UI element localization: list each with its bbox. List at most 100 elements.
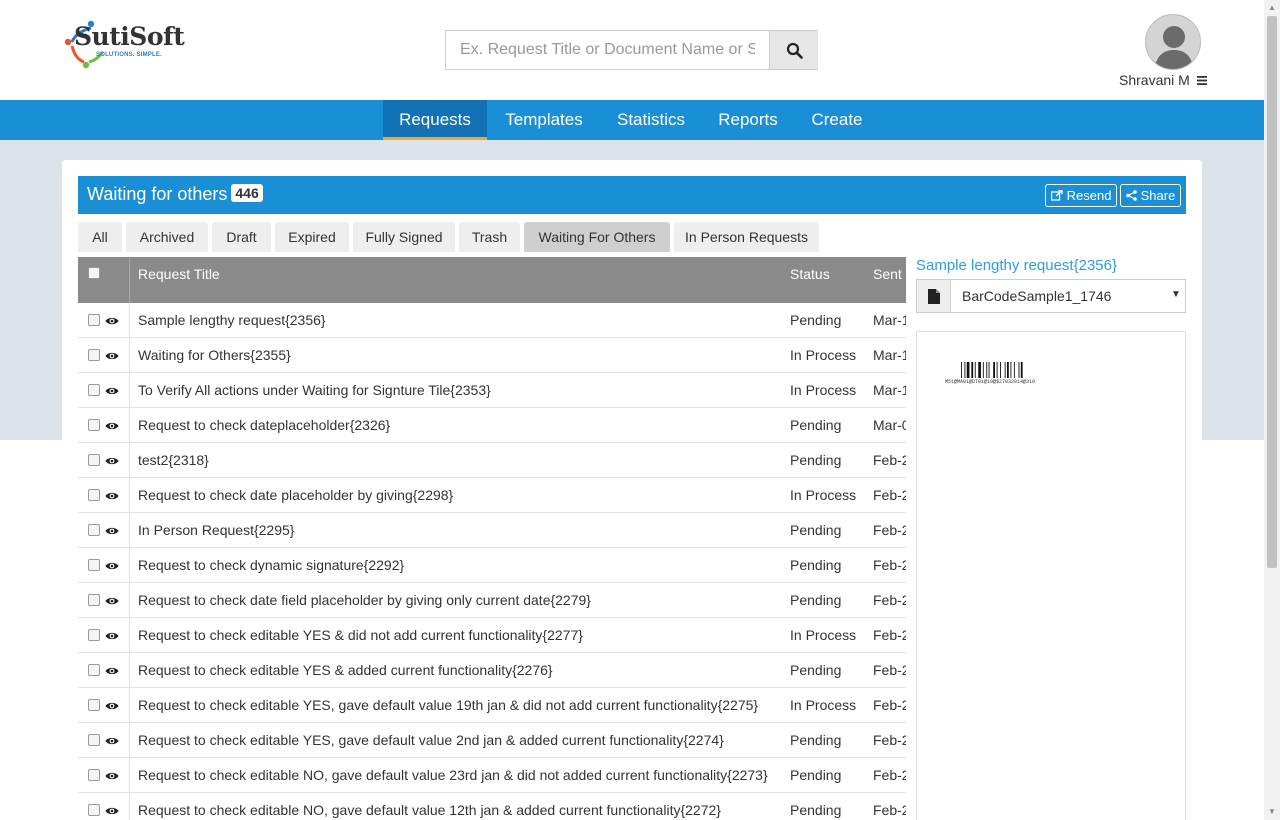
avatar[interactable] <box>1145 14 1201 70</box>
eye-icon[interactable] <box>105 351 119 361</box>
table-row[interactable]: Request to check date placeholder by giv… <box>78 478 906 513</box>
tab-waiting-for-others[interactable]: Waiting For Others <box>524 222 670 252</box>
row-divider <box>129 723 130 758</box>
row-checkbox[interactable] <box>88 734 100 746</box>
table-row[interactable]: Request to check dateplaceholder{2326} Pe… <box>78 408 906 443</box>
table-row[interactable]: In Person Request{2295} Pending Feb-2 <box>78 513 906 548</box>
eye-icon[interactable] <box>105 421 119 431</box>
tab-trash[interactable]: Trash <box>459 222 520 252</box>
column-header-status[interactable]: Status <box>790 266 830 282</box>
request-title-cell[interactable]: Request to check editable YES, gave defa… <box>138 732 724 748</box>
nav-templates[interactable]: Templates <box>495 100 593 140</box>
barcode-bar <box>971 362 974 378</box>
row-checkbox[interactable] <box>88 559 100 571</box>
nav-create[interactable]: Create <box>805 100 869 140</box>
row-checkbox[interactable] <box>88 454 100 466</box>
scroll-down-icon[interactable]: ▼ <box>1264 804 1280 820</box>
tab-archived[interactable]: Archived <box>126 222 208 252</box>
search-button[interactable] <box>769 31 818 69</box>
user-menu[interactable]: Shravani M <box>1119 72 1207 88</box>
eye-icon[interactable] <box>105 526 119 536</box>
table-row[interactable]: Request to check editable YES & did not … <box>78 618 906 653</box>
request-title-cell[interactable]: Request to check editable YES & did not … <box>138 627 583 643</box>
row-checkbox[interactable] <box>88 664 100 676</box>
barcode-bar <box>974 362 976 378</box>
column-header-sent[interactable]: Sent <box>873 266 902 282</box>
table-row[interactable]: Request to check editable NO, gave defau… <box>78 793 906 820</box>
eye-icon[interactable] <box>105 316 119 326</box>
scrollbar-thumb[interactable] <box>1267 16 1277 568</box>
request-title-cell[interactable]: test2{2318} <box>138 452 209 468</box>
barcode-bar <box>1010 362 1012 378</box>
tab-fully-signed[interactable]: Fully Signed <box>353 222 455 252</box>
select-all-checkbox[interactable] <box>88 267 100 279</box>
tab-in-person-requests[interactable]: In Person Requests <box>674 222 819 252</box>
share-button[interactable]: Share <box>1120 184 1182 207</box>
row-checkbox[interactable] <box>88 349 100 361</box>
request-title-cell[interactable]: Sample lengthy request{2356} <box>138 312 326 328</box>
table-row[interactable]: Sample lengthy request{2356} Pending Mar-1 <box>78 303 906 338</box>
eye-icon[interactable] <box>105 771 119 781</box>
table-row[interactable]: Request to check dynamic signature{2292}… <box>78 548 906 583</box>
barcode-caption: M5t@MA01@DT01@10@$27032014@310 <box>945 379 1036 385</box>
request-title-cell[interactable]: In Person Request{2295} <box>138 522 294 538</box>
eye-icon[interactable] <box>105 806 119 816</box>
table-row[interactable]: Request to check editable YES, gave defa… <box>78 688 906 723</box>
table-row[interactable]: Request to check date field placeholder … <box>78 583 906 618</box>
document-select-value: BarCodeSample1_1746 <box>962 288 1112 304</box>
barcode-image <box>961 362 1023 378</box>
row-checkbox[interactable] <box>88 804 100 816</box>
request-title-cell[interactable]: Request to check date field placeholder … <box>138 592 591 608</box>
document-select[interactable]: BarCodeSample1_1746 ▼ <box>916 279 1186 313</box>
preview-request-title[interactable]: Sample lengthy request{2356} <box>916 257 1117 274</box>
eye-icon[interactable] <box>105 631 119 641</box>
header-divider <box>129 257 130 303</box>
eye-icon[interactable] <box>105 736 119 746</box>
request-title-cell[interactable]: Request to check date placeholder by giv… <box>138 487 453 503</box>
resend-button[interactable]: Resend <box>1045 184 1118 207</box>
request-title-cell[interactable]: Request to check editable YES, gave defa… <box>138 697 758 713</box>
tab-expired[interactable]: Expired <box>275 222 349 252</box>
table-row[interactable]: Request to check editable NO, gave defau… <box>78 758 906 793</box>
eye-icon[interactable] <box>105 561 119 571</box>
request-title-cell[interactable]: Request to check editable NO, gave defau… <box>138 767 768 783</box>
sutisoft-logo[interactable]: SutiSoft SOLUTIONS. SIMPLE. <box>64 16 185 72</box>
request-title-cell[interactable]: Request to check dateplaceholder{2326} <box>138 417 390 433</box>
table-row[interactable]: To Verify All actions under Waiting for … <box>78 373 906 408</box>
nav-statistics[interactable]: Statistics <box>607 100 695 140</box>
search-input[interactable] <box>446 31 769 69</box>
row-checkbox[interactable] <box>88 419 100 431</box>
table-row[interactable]: test2{2318} Pending Feb-2 <box>78 443 906 478</box>
row-checkbox[interactable] <box>88 699 100 711</box>
request-title-cell[interactable]: Waiting for Others{2355} <box>138 347 291 363</box>
request-title-cell[interactable]: Request to check dynamic signature{2292} <box>138 557 404 573</box>
eye-icon[interactable] <box>105 491 119 501</box>
row-checkbox[interactable] <box>88 629 100 641</box>
row-checkbox[interactable] <box>88 314 100 326</box>
tab-all[interactable]: All <box>78 222 122 252</box>
table-row[interactable]: Waiting for Others{2355} In Process Mar-1 <box>78 338 906 373</box>
row-checkbox[interactable] <box>88 489 100 501</box>
column-header-title[interactable]: Request Title <box>138 266 220 282</box>
eye-icon[interactable] <box>105 666 119 676</box>
table-row[interactable]: Request to check editable YES & added cu… <box>78 653 906 688</box>
row-checkbox[interactable] <box>88 524 100 536</box>
sent-date-cell: Feb-2 <box>873 557 906 573</box>
request-title-cell[interactable]: To Verify All actions under Waiting for … <box>138 382 491 398</box>
table-row[interactable]: Request to check editable YES, gave defa… <box>78 723 906 758</box>
request-title-cell[interactable]: Request to check editable YES & added cu… <box>138 662 553 678</box>
row-checkbox[interactable] <box>88 594 100 606</box>
sent-date-cell: Feb-2 <box>873 662 906 678</box>
tab-draft[interactable]: Draft <box>212 222 271 252</box>
eye-icon[interactable] <box>105 596 119 606</box>
scroll-up-icon[interactable]: ▲ <box>1264 0 1280 16</box>
eye-icon[interactable] <box>105 456 119 466</box>
nav-requests[interactable]: Requests <box>383 100 487 140</box>
row-checkbox[interactable] <box>88 384 100 396</box>
eye-icon[interactable] <box>105 386 119 396</box>
row-checkbox[interactable] <box>88 769 100 781</box>
sent-date-cell: Mar-1 <box>873 382 906 398</box>
eye-icon[interactable] <box>105 701 119 711</box>
request-title-cell[interactable]: Request to check editable NO, gave defau… <box>138 802 721 818</box>
nav-reports[interactable]: Reports <box>710 100 786 140</box>
